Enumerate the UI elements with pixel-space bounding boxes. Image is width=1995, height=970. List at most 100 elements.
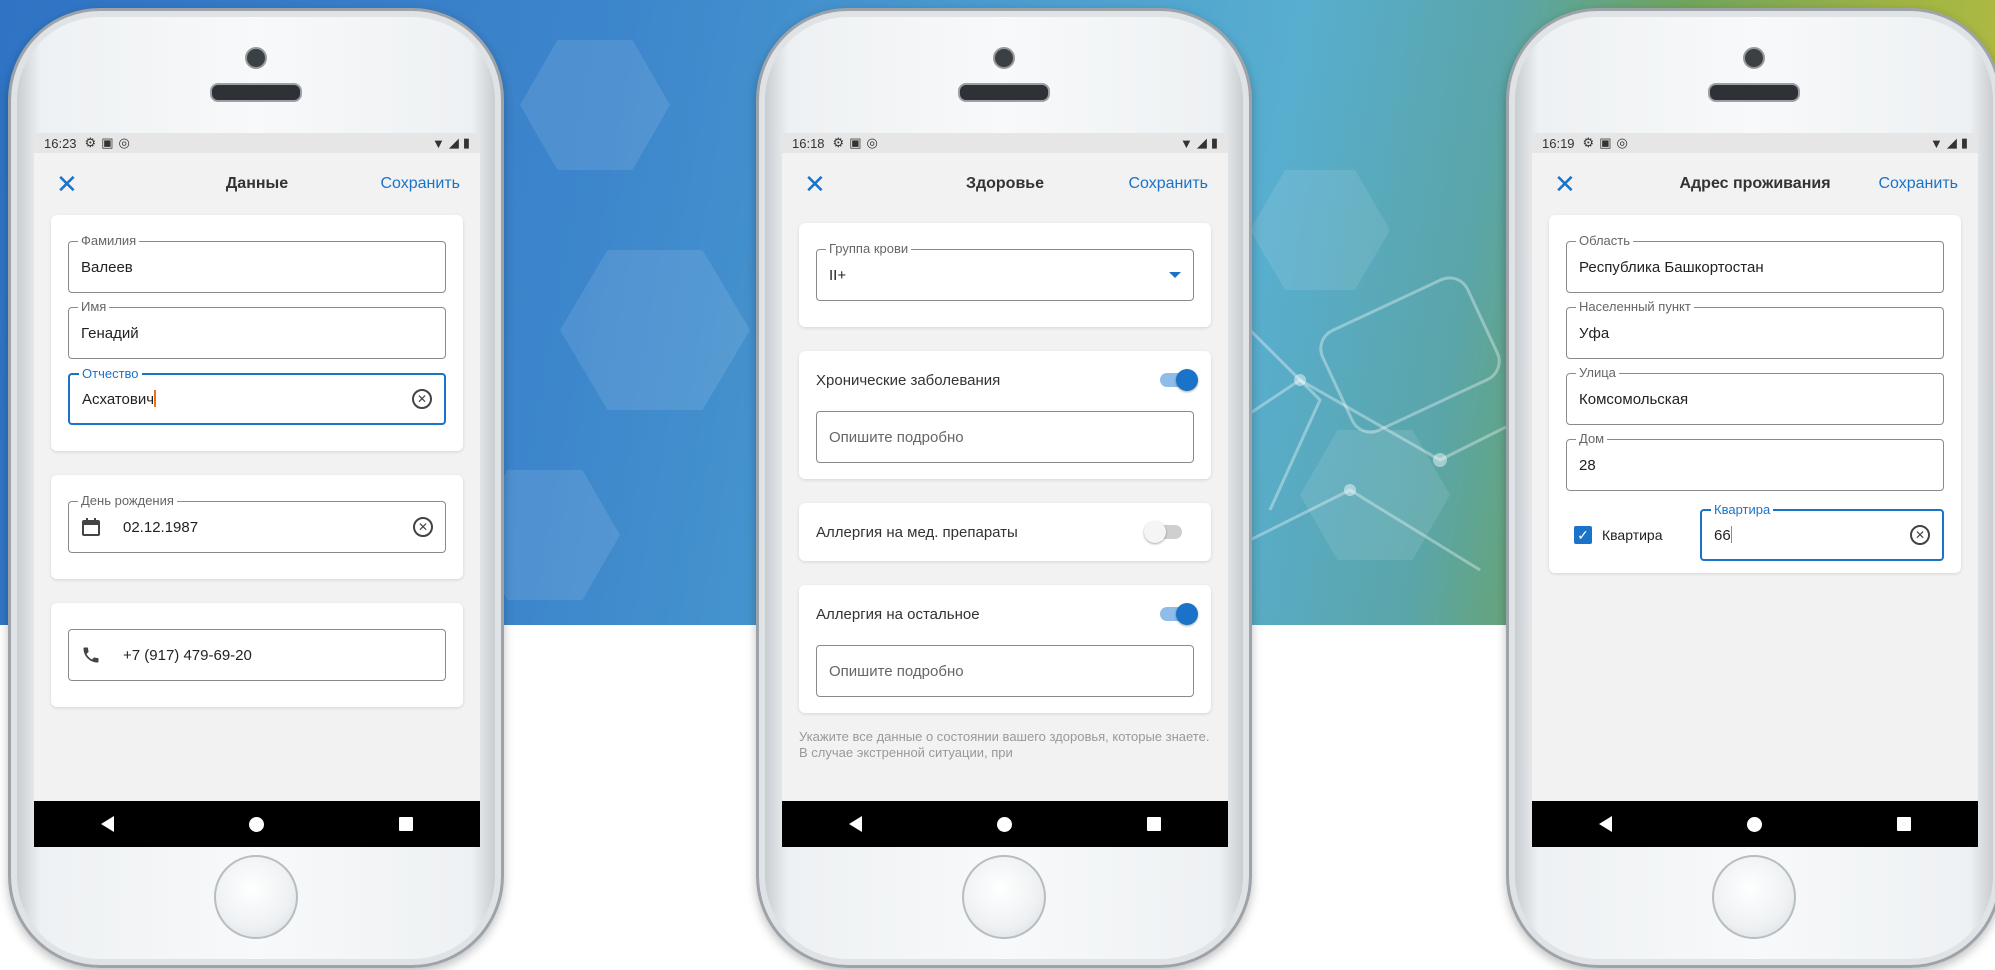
- battery-icon: ▮: [462, 135, 470, 150]
- patronymic-field[interactable]: Отчество Асхатович ✕: [68, 366, 446, 425]
- home-button[interactable]: [1712, 855, 1796, 939]
- field-value: 02.12.1987: [123, 518, 199, 536]
- signal-icon: ◢: [1196, 135, 1207, 150]
- screen: 16:19 ⚙ ▣ ◎ ▼ ◢ ▮ ✕ Адрес проживания Сох…: [1532, 133, 1978, 847]
- region-field[interactable]: Область Республика Башкортостан: [1566, 233, 1944, 293]
- signal-icon: ◢: [448, 135, 459, 150]
- apartment-field[interactable]: Квартира 66 ✕: [1700, 502, 1944, 561]
- sync-icon: ◎: [866, 135, 878, 150]
- city-field[interactable]: Населенный пункт Уфа: [1566, 299, 1944, 359]
- home-icon[interactable]: [248, 816, 264, 832]
- screen: 16:23 ⚙ ▣ ◎ ▼ ◢ ▮ ✕ Данные Сохранить Фам…: [34, 133, 480, 847]
- battery-icon: ▮: [1210, 135, 1218, 150]
- wifi-icon: ▼: [1929, 135, 1943, 151]
- status-time: 16:18: [792, 135, 825, 151]
- field-value: Генадий: [81, 324, 139, 342]
- field-label: Улица: [1576, 365, 1619, 380]
- android-nav-bar: [1532, 801, 1978, 847]
- image-icon: ▣: [849, 135, 862, 150]
- status-bar: 16:19 ⚙ ▣ ◎ ▼ ◢ ▮: [1532, 133, 1978, 153]
- phone-icon: [81, 645, 101, 665]
- field-value: +7 (917) 479-69-20: [123, 646, 252, 664]
- clear-icon[interactable]: ✕: [413, 517, 433, 537]
- sync-icon: ◎: [1616, 135, 1628, 150]
- phone-frame-address: 16:19 ⚙ ▣ ◎ ▼ ◢ ▮ ✕ Адрес проживания Сох…: [1506, 8, 1995, 968]
- save-button[interactable]: Сохранить: [1128, 175, 1208, 193]
- status-time: 16:23: [44, 135, 77, 151]
- decor-hexagon: [520, 40, 670, 170]
- speaker: [210, 83, 302, 102]
- back-icon[interactable]: [849, 816, 863, 832]
- home-icon[interactable]: [1746, 816, 1762, 832]
- allergy-other-card: Аллергия на остальное Опишите подробно: [799, 585, 1211, 713]
- house-field[interactable]: Дом 28: [1566, 431, 1944, 491]
- allergy-other-toggle[interactable]: [1160, 603, 1198, 625]
- clear-icon[interactable]: ✕: [1910, 525, 1930, 545]
- allergy-other-description-input[interactable]: Опишите подробно: [816, 645, 1194, 697]
- field-label: Населенный пункт: [1576, 299, 1694, 314]
- text-caret: [154, 390, 156, 407]
- sync-icon: ◎: [118, 135, 130, 150]
- field-placeholder: Опишите подробно: [829, 662, 964, 680]
- field-value: Республика Башкортостан: [1579, 258, 1764, 276]
- recent-apps-icon[interactable]: [1896, 817, 1911, 831]
- street-field[interactable]: Улица Комсомольская: [1566, 365, 1944, 425]
- apartment-checkbox-row: ✓ Квартира: [1566, 526, 1700, 544]
- apartment-checkbox-label: Квартира: [1602, 527, 1663, 543]
- home-icon[interactable]: [996, 816, 1012, 832]
- field-label: День рождения: [78, 493, 177, 508]
- field-value: Валеев: [81, 258, 133, 276]
- field-label: Дом: [1576, 431, 1608, 446]
- firstname-field[interactable]: Имя Генадий: [68, 299, 446, 359]
- app-bar: ✕ Адрес проживания Сохранить: [1532, 153, 1978, 215]
- recent-apps-icon[interactable]: [1146, 817, 1161, 831]
- blood-group-select[interactable]: Группа крови II+: [816, 241, 1194, 301]
- lastname-field[interactable]: Фамилия Валеев: [68, 233, 446, 293]
- birthday-field[interactable]: День рождения 02.12.1987 ✕: [68, 493, 446, 553]
- clear-icon[interactable]: ✕: [412, 389, 432, 409]
- field-label: Группа крови: [826, 241, 912, 256]
- field-label: Область: [1576, 233, 1634, 248]
- birthday-card: День рождения 02.12.1987 ✕: [51, 475, 463, 579]
- gear-icon: ⚙: [1582, 135, 1595, 150]
- blood-group-card: Группа крови II+: [799, 223, 1211, 327]
- status-bar: 16:23 ⚙ ▣ ◎ ▼ ◢ ▮: [34, 133, 480, 153]
- allergy-med-toggle[interactable]: [1144, 521, 1182, 543]
- chronic-description-input[interactable]: Опишите подробно: [816, 411, 1194, 463]
- recent-apps-icon[interactable]: [398, 817, 413, 831]
- gear-icon: ⚙: [84, 135, 97, 150]
- chronic-toggle[interactable]: [1160, 369, 1198, 391]
- image-icon: ▣: [1599, 135, 1612, 150]
- name-card: Фамилия Валеев Имя Генадий Отчество Асха…: [51, 215, 463, 451]
- allergy-med-card: Аллергия на мед. препараты: [799, 503, 1211, 561]
- field-value: 66: [1714, 527, 1731, 544]
- android-nav-bar: [34, 801, 480, 847]
- back-icon[interactable]: [1599, 816, 1613, 832]
- android-nav-bar: [782, 801, 1228, 847]
- save-button[interactable]: Сохранить: [380, 175, 460, 193]
- save-button[interactable]: Сохранить: [1878, 175, 1958, 193]
- dropdown-arrow-icon[interactable]: [1169, 272, 1181, 278]
- back-icon[interactable]: [101, 816, 115, 832]
- home-button[interactable]: [962, 855, 1046, 939]
- phone-frame-health: 16:18 ⚙ ▣ ◎ ▼ ◢ ▮ ✕ Здоровье Сохранить Г…: [756, 8, 1252, 968]
- close-icon[interactable]: ✕: [1554, 171, 1576, 197]
- close-icon[interactable]: ✕: [804, 171, 826, 197]
- phone-field[interactable]: +7 (917) 479-69-20: [68, 629, 446, 681]
- field-placeholder: Опишите подробно: [829, 428, 964, 446]
- phone-card: +7 (917) 479-69-20: [51, 603, 463, 707]
- battery-icon: ▮: [1960, 135, 1968, 150]
- health-note: Укажите все данные о состоянии вашего зд…: [799, 729, 1210, 760]
- apartment-checkbox[interactable]: ✓: [1574, 526, 1592, 544]
- home-button[interactable]: [214, 855, 298, 939]
- field-value: Комсомольская: [1579, 390, 1689, 408]
- decor-hexagon: [560, 250, 750, 410]
- speaker: [1708, 83, 1800, 102]
- close-icon[interactable]: ✕: [56, 171, 78, 197]
- field-value: 28: [1579, 456, 1596, 474]
- field-label: Отчество: [79, 366, 142, 381]
- calendar-icon[interactable]: [81, 517, 101, 537]
- chronic-label: Хронические заболевания: [816, 371, 1001, 389]
- address-card: Область Республика Башкортостан Населенн…: [1549, 215, 1961, 573]
- field-label: Фамилия: [78, 233, 140, 248]
